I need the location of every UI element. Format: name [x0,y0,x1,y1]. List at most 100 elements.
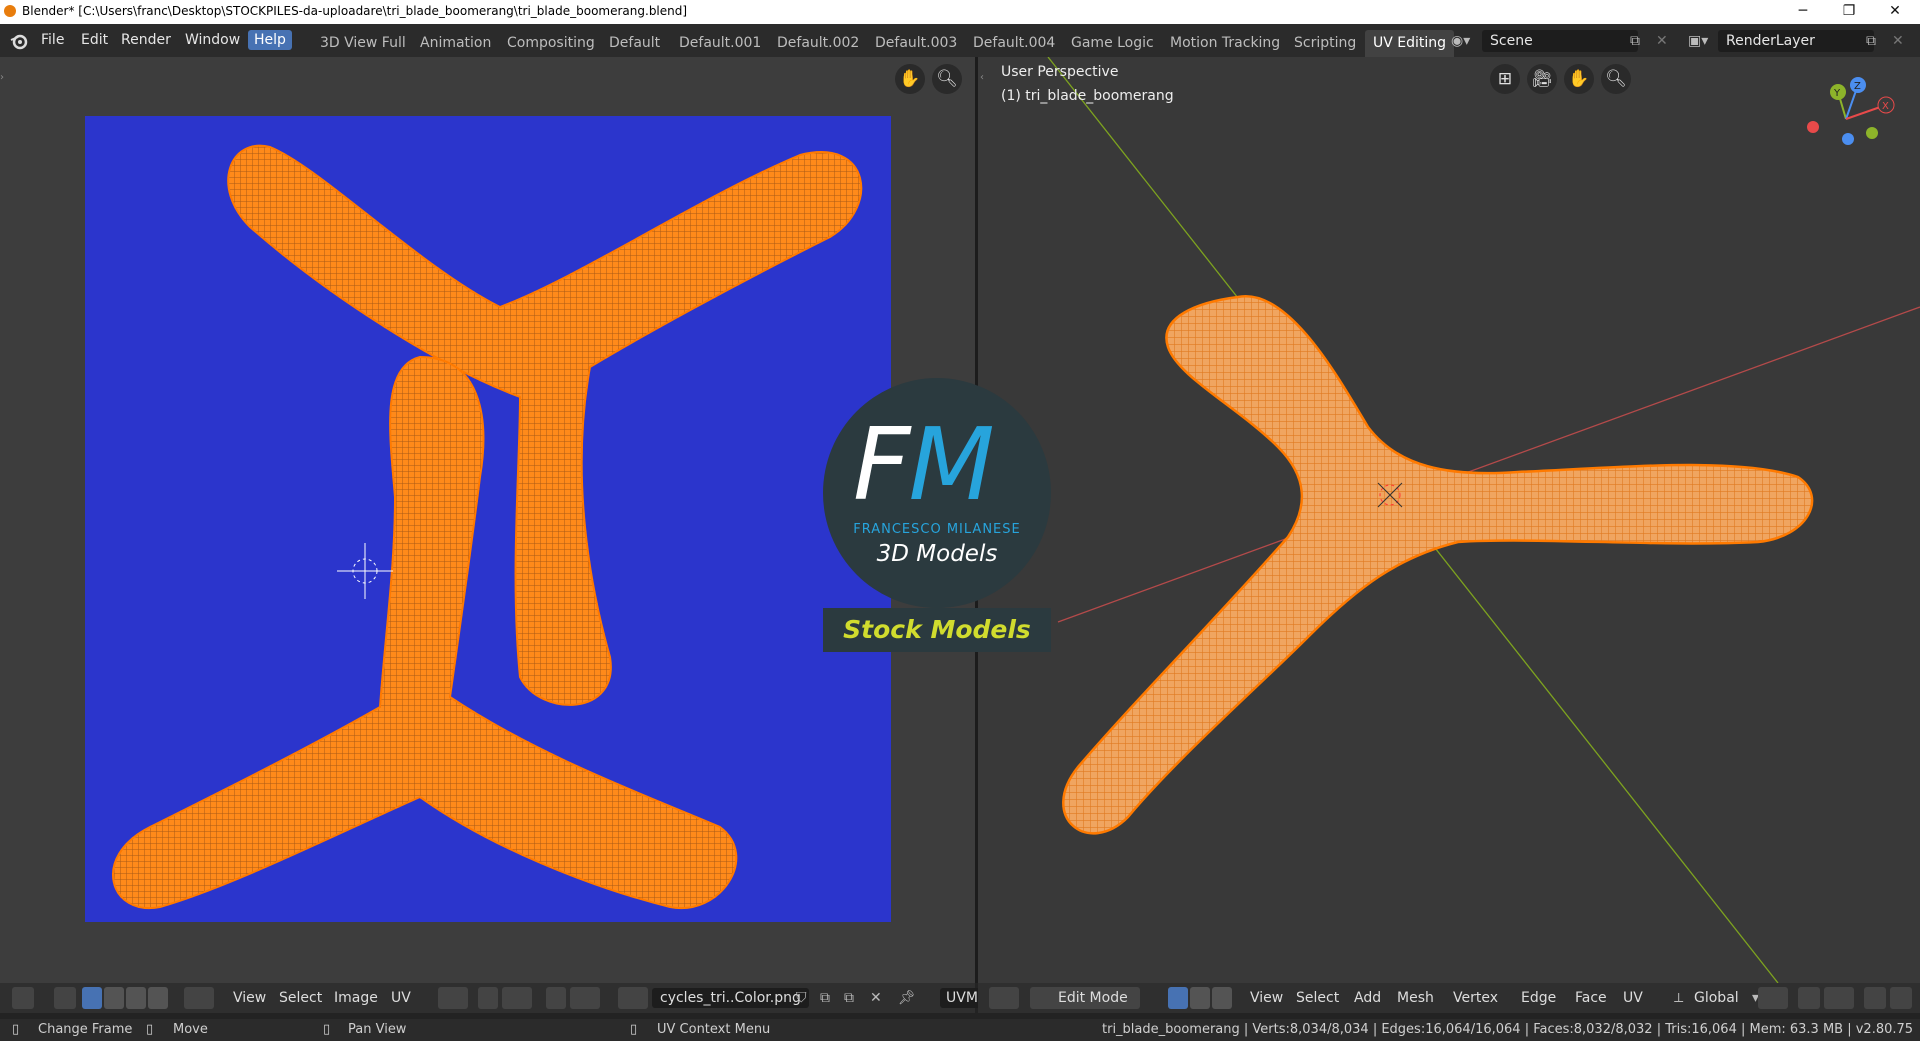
zoom-view-icon[interactable]: 🔍︎ [1601,64,1631,94]
toolbar-collapse-icon[interactable]: ‹ [980,72,984,83]
blender-logo-icon[interactable] [10,32,28,50]
snap-icon[interactable] [478,987,498,1009]
view-layer-browse-icon[interactable]: ▣▾ [1688,30,1708,52]
close-button[interactable]: ✕ [1872,0,1918,24]
boomerang-mesh[interactable] [1062,295,1814,835]
blender-app-icon [4,5,16,17]
status-change-frame: Change Frame [38,1022,133,1037]
tab-game-logic[interactable]: Game Logic [1071,32,1154,54]
snap-icon[interactable] [1798,987,1820,1009]
view-perspective-label: User Perspective [1001,64,1119,80]
tab-default-002[interactable]: Default.002 [777,32,859,54]
tab-motion-tracking[interactable]: Motion Tracking [1170,32,1280,54]
face-select-mode-icon[interactable] [1212,987,1232,1009]
viewport-menu-mesh[interactable]: Mesh [1397,988,1434,1008]
menu-edit[interactable]: Edit [75,30,114,50]
proportional-edit-icon[interactable] [1864,987,1886,1009]
open-image-icon[interactable]: ⧉ [844,988,854,1008]
vertex-select-mode-icon[interactable] [1168,987,1188,1009]
gizmo-y-label: Y [1833,88,1841,99]
status-pan-view: Pan View [348,1022,407,1037]
sticky-selection-icon[interactable] [184,987,214,1009]
proportional-edit-icon[interactable] [546,987,566,1009]
vertex-select-icon[interactable] [82,987,102,1009]
viewport-menu-view[interactable]: View [1250,988,1283,1008]
sync-selection-icon[interactable] [54,987,76,1009]
3d-viewport[interactable]: User Perspective (1) tri_blade_boomerang… [978,57,1920,983]
new-view-layer-icon[interactable]: ⧉ [1866,30,1876,52]
new-scene-icon[interactable]: ⧉ [1630,30,1640,52]
minimize-button[interactable]: ─ [1780,0,1826,24]
transform-orientation-icon[interactable]: ⟂ [1674,988,1683,1008]
uv-editor-header-bar: View Select Image UV cycles_tri..Color.p… [0,983,984,1013]
editor-type-icon[interactable] [989,987,1019,1009]
face-select-icon[interactable] [126,987,146,1009]
camera-view-icon[interactable]: 🎥︎ [1527,64,1557,94]
unlink-image-icon[interactable]: ✕ [870,988,882,1008]
toolbar-expand-icon[interactable]: › [0,72,4,83]
falloff-icon[interactable] [570,987,600,1009]
toggle-camera-grid-icon[interactable]: ⊞ [1490,64,1520,94]
remove-view-layer-icon[interactable]: ✕ [1892,30,1904,52]
tab-scripting[interactable]: Scripting [1294,32,1356,54]
snap-target-icon[interactable] [502,987,532,1009]
tab-3d-view-full[interactable]: 3D View Full [320,32,406,54]
menu-help[interactable]: Help [248,30,292,50]
viewport-menu-add[interactable]: Add [1354,988,1381,1008]
zoom-view-icon[interactable]: 🔍︎ [932,64,962,94]
tab-animation[interactable]: Animation [420,32,491,54]
restore-button[interactable]: ❐ [1826,0,1872,24]
scene-browse-icon[interactable]: ◉▾ [1451,30,1470,52]
active-object-label: (1) tri_blade_boomerang [1001,88,1174,104]
fake-user-icon[interactable]: ⛉ [796,988,807,1008]
viewport-menu-uv[interactable]: UV [1623,988,1643,1008]
window-title: Blender* [C:\Users\franc\Desktop\STOCKPI… [22,4,688,18]
uv-menu-view[interactable]: View [233,988,266,1008]
pin-icon[interactable]: 📌︎ [898,988,916,1008]
orientation-dropdown[interactable]: Global [1694,988,1739,1008]
editor-type-icon[interactable] [12,987,34,1009]
tab-compositing[interactable]: Compositing [507,32,595,54]
menu-file[interactable]: File [35,30,70,50]
uv-menu-select[interactable]: Select [279,988,322,1008]
viewport-canvas[interactable] [978,57,1920,983]
image-name-field[interactable]: cycles_tri..Color.png [652,988,809,1008]
snap-target-icon[interactable] [1824,987,1854,1009]
remove-scene-icon[interactable]: ✕ [1656,30,1668,52]
mouse-middle-icon: ▯ [146,1022,154,1037]
window-title-bar: Blender* [C:\Users\franc\Desktop\STOCKPI… [0,0,1920,24]
viewport-menu-select[interactable]: Select [1296,988,1339,1008]
edge-select-icon[interactable] [104,987,124,1009]
uv-menu-image[interactable]: Image [334,988,378,1008]
tab-default-003[interactable]: Default.003 [875,32,957,54]
tab-uv-editing[interactable]: UV Editing [1365,30,1455,57]
mouse-context-icon: ▯ [630,1022,638,1037]
menu-window[interactable]: Window [179,30,246,50]
render-layer-field[interactable]: RenderLayer [1718,30,1874,52]
gizmo-z-label: Z [1854,81,1861,92]
tab-default[interactable]: Default [609,32,660,54]
tab-default-004[interactable]: Default.004 [973,32,1055,54]
status-bar: ▯ Change Frame ▯ Move ▯ Pan View ▯ UV Co… [0,1019,1920,1041]
viewport-menu-face[interactable]: Face [1575,988,1607,1008]
pivot-point-icon[interactable] [438,987,468,1009]
pivot-point-icon[interactable] [1758,987,1788,1009]
edge-select-mode-icon[interactable] [1190,987,1210,1009]
gizmo-x-label: X [1882,101,1889,112]
menu-render[interactable]: Render [115,30,177,50]
pan-view-icon[interactable]: ✋ [1564,64,1594,94]
falloff-icon[interactable] [1890,987,1912,1009]
scene-name-field[interactable]: Scene [1482,30,1638,52]
tab-default-001[interactable]: Default.001 [679,32,761,54]
pan-view-icon[interactable]: ✋ [895,64,925,94]
mouse-right-icon: ▯ [323,1022,331,1037]
island-select-icon[interactable] [148,987,168,1009]
image-browse-icon[interactable] [618,987,648,1009]
top-bar: File Edit Render Window Help 3D View Ful… [0,24,1920,57]
viewport-menu-vertex[interactable]: Vertex [1453,988,1498,1008]
new-image-icon[interactable]: ⧉ [820,988,830,1008]
navigation-gizmo[interactable]: Y Z X [1798,77,1908,167]
viewport-menu-edge[interactable]: Edge [1521,988,1556,1008]
uv-menu-uv[interactable]: UV [391,988,411,1008]
mode-label[interactable]: Edit Mode [1058,988,1128,1008]
